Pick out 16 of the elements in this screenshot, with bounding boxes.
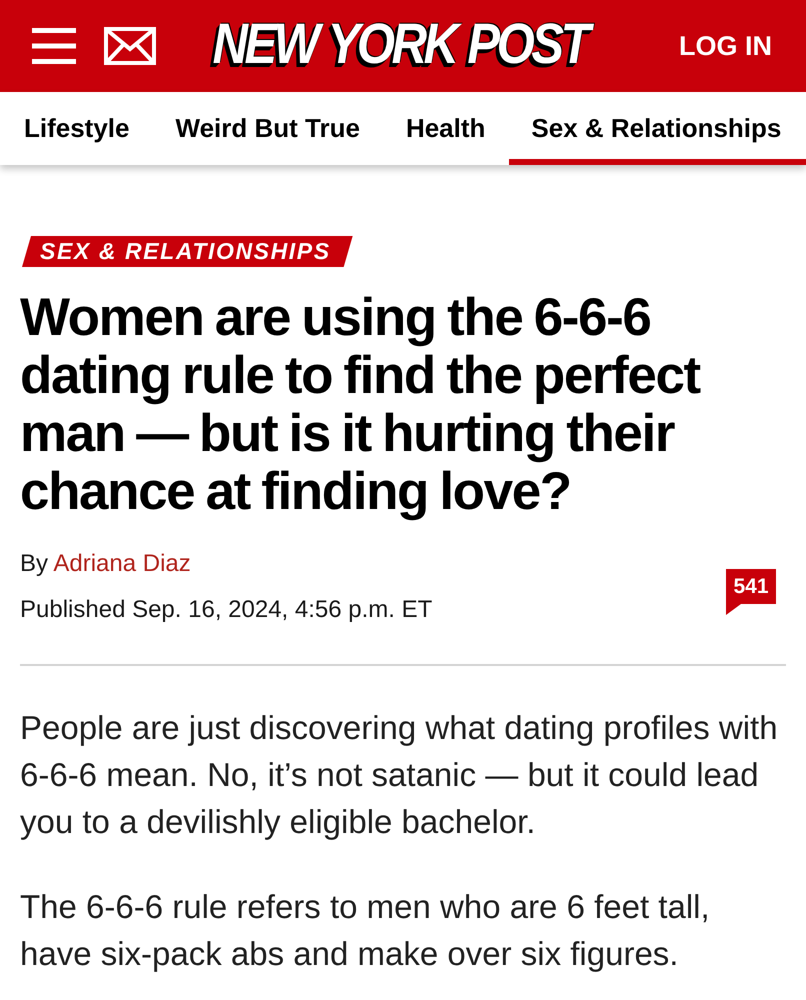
article-paragraph: People are just discovering what dating profiles with 6-6-6 mean. No, it’s not satanic — but it could lead you to a devilishly eligible bachelor. (20, 708, 779, 842)
site-logo[interactable]: NEW YORK POST (204, 9, 600, 83)
login-button[interactable]: LOG IN (679, 30, 772, 62)
author-link[interactable]: Adriana Diaz (53, 550, 191, 577)
nav-tab[interactable]: Lifestyle (2, 92, 152, 165)
envelope-icon[interactable] (104, 27, 156, 65)
nav-tab[interactable]: Weird But True (154, 92, 382, 165)
nav-tab[interactable]: Health (384, 92, 508, 165)
nav-tab[interactable]: Sex & Relationships (509, 92, 806, 165)
section-label[interactable]: SEX & RELATIONSHIPS (22, 236, 353, 267)
article-paragraph: The 6-6-6 rule refers to men who are 6 feet tall, have six-pack abs and make over six figures. (20, 887, 711, 974)
menu-icon[interactable] (32, 28, 76, 64)
article-headline: Women are using the 6-6-6 dating rule to find the perfect man — but is it hurting their chance at finding love? (20, 289, 702, 521)
comment-count[interactable]: 541 (726, 569, 776, 615)
byline: By Adriana Diaz (20, 549, 191, 579)
publish-date: Published Sep. 16, 2024, 4:56 p.m. ET (20, 595, 432, 625)
